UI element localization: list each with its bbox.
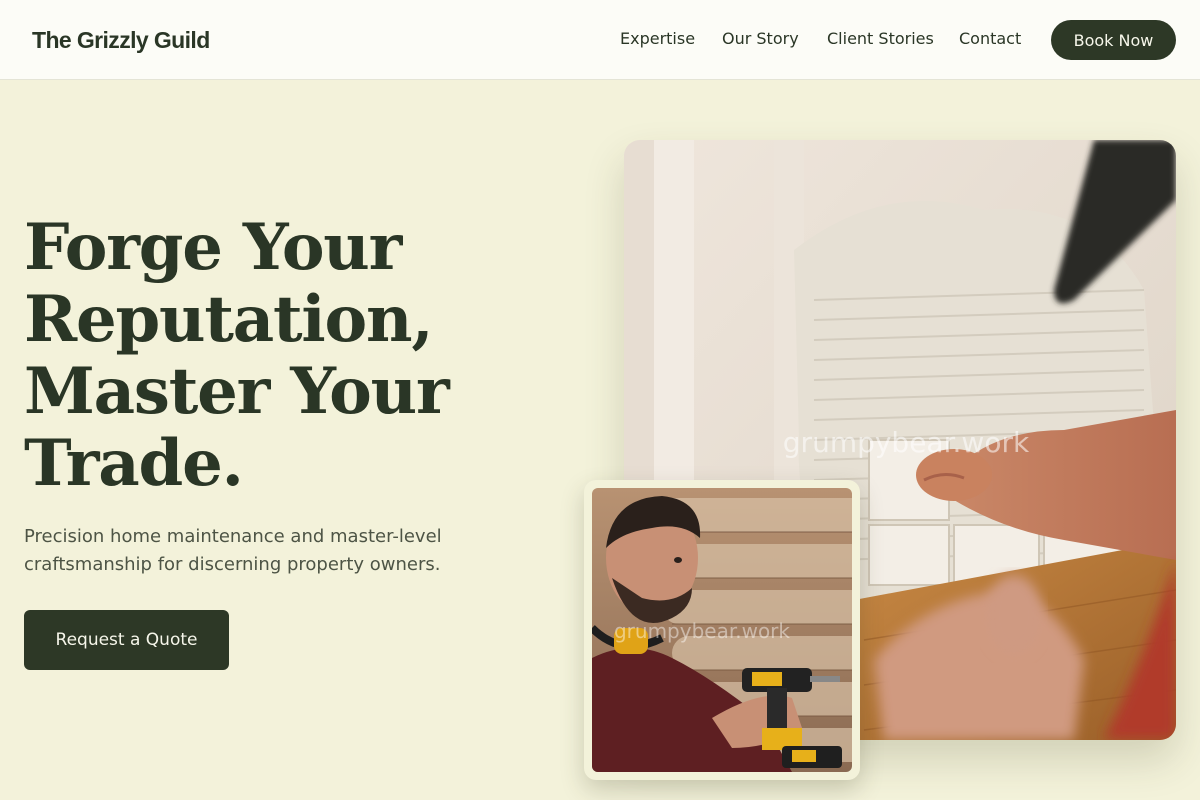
- site-header: The Grizzly Guild Expertise Our Story Cl…: [0, 0, 1200, 80]
- nav-link-contact[interactable]: Contact: [959, 29, 1021, 48]
- hero-title-line: Forge Your: [24, 210, 402, 285]
- main-photo-watermark: grumpybear.work: [783, 426, 1030, 459]
- inset-photo-watermark: grumpybear.work: [614, 619, 790, 643]
- nav-link-client-stories[interactable]: Client Stories: [827, 29, 934, 48]
- hero-subtitle: Precision home maintenance and master-le…: [24, 526, 442, 575]
- nav-link-our-story[interactable]: Our Story: [722, 29, 799, 48]
- hero-inset-photo: grumpybear.work: [592, 488, 852, 772]
- request-quote-button[interactable]: Request a Quote: [24, 610, 229, 670]
- hero-title: Forge Your Reputation, Master Your Trade…: [24, 212, 544, 500]
- hero-title-line: Reputation,: [24, 282, 434, 357]
- hero-title-line: Master Your: [24, 354, 450, 429]
- inset-photo-frame: grumpybear.work: [584, 480, 860, 780]
- brand-logo[interactable]: The Grizzly Guild: [32, 27, 210, 54]
- drilling-photo-illustration: grumpybear.work: [592, 488, 852, 772]
- book-now-button[interactable]: Book Now: [1051, 20, 1176, 60]
- hero-title-line: Trade.: [24, 426, 244, 501]
- nav-link-expertise[interactable]: Expertise: [620, 29, 695, 48]
